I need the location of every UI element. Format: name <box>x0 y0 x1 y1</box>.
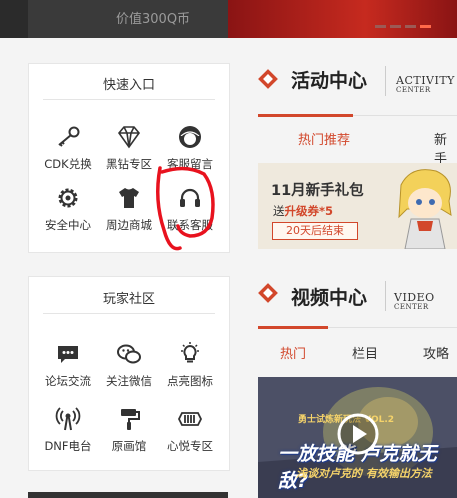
pager-dot[interactable] <box>405 25 416 28</box>
activity-active-tab-bar <box>258 114 353 117</box>
video-en-label: VIDEO CENTER <box>394 291 435 311</box>
video-diamond-icon <box>258 283 278 303</box>
key-icon <box>55 124 81 150</box>
activity-en-label: ACTIVITY CENTER <box>396 74 455 94</box>
video-thumbnail[interactable]: 勇士试炼新玩法 VOL.2 一放技能 卢克就无敌? 浅谈对卢克的 有效输出方法 <box>258 377 457 498</box>
activity-title: 活动中心 <box>291 70 368 92</box>
video-caption: 浅谈对卢克的 有效输出方法 <box>296 467 432 480</box>
headphones-icon <box>177 185 203 211</box>
art-gallery-link[interactable]: 原画馆 <box>97 406 161 464</box>
item-label: 客服留言 <box>167 157 213 171</box>
video-tab-line <box>328 327 457 328</box>
promo-countdown: 20天后结束 <box>272 222 358 240</box>
gear-icon <box>55 185 81 211</box>
top-banner[interactable]: 价值300Q币 ▲ ▇ ▇ ▇ <box>0 0 457 38</box>
paint-roller-icon <box>116 406 142 432</box>
play-icon[interactable] <box>336 412 380 456</box>
wechat-follow-link[interactable]: 关注微信 <box>97 341 161 399</box>
forum-link[interactable]: 论坛交流 <box>36 341 100 399</box>
video-active-tab-bar <box>258 326 328 329</box>
item-label: 联系客服 <box>167 218 213 232</box>
title-separator <box>385 281 386 311</box>
xinyue-vip-link[interactable]: 心悦专区 <box>158 406 222 464</box>
radio-tower-icon <box>55 406 81 432</box>
banner-pager[interactable] <box>375 25 431 28</box>
pager-dot[interactable] <box>390 25 401 28</box>
item-label: 点亮图标 <box>167 374 213 388</box>
character-illustration <box>398 169 452 249</box>
video-title: 视频中心 <box>291 287 368 309</box>
security-center-link[interactable]: 安全中心 <box>36 185 100 243</box>
divider <box>43 313 215 314</box>
promo-line: 送升级券*5 <box>273 204 334 218</box>
banner-subtitle: 价值300Q币 <box>116 12 191 27</box>
tab-newbie[interactable]: 新手 <box>434 129 457 167</box>
vip-badge-icon <box>177 406 203 432</box>
lightbulb-icon <box>177 341 203 367</box>
panel-title: 快速入口 <box>102 78 155 93</box>
divider <box>43 99 215 100</box>
service-message-link[interactable]: 客服留言 <box>158 124 222 182</box>
item-label: 心悦专区 <box>167 439 213 453</box>
merch-store-link[interactable]: 周边商城 <box>97 185 161 243</box>
pager-dot[interactable] <box>375 25 386 28</box>
community-panel: 玩家社区 论坛交流 关注微信 点亮图标 DNF电台 原画馆 心悦专区 <box>28 276 230 471</box>
newbie-gift-banner[interactable]: 11月新手礼包 送升级券*5 20天后结束 <box>258 163 457 249</box>
tab-hot-recommend[interactable]: 热门推荐 <box>298 129 350 148</box>
banner-right-slide: ▲ ▇ ▇ ▇ <box>228 0 457 38</box>
banner-left-slide: 价值300Q币 <box>28 0 228 38</box>
tab-hot-videos[interactable]: 热门 <box>280 343 306 362</box>
wechat-icon <box>116 341 142 367</box>
next-panel-edge <box>28 492 228 498</box>
panel-title: 玩家社区 <box>102 292 155 307</box>
contact-service-link[interactable]: 联系客服 <box>158 185 222 243</box>
pager-dot-active[interactable] <box>420 25 431 28</box>
black-diamond-link[interactable]: 黑钻专区 <box>97 124 161 182</box>
tshirt-icon <box>116 185 142 211</box>
diamond-icon <box>116 124 142 150</box>
promo-title: 11月新手礼包 <box>271 183 364 199</box>
light-icon-link[interactable]: 点亮图标 <box>158 341 222 399</box>
title-separator <box>385 66 386 96</box>
activity-diamond-icon <box>258 69 278 89</box>
activity-tab-line <box>353 115 457 116</box>
tab-guides[interactable]: 攻略 <box>423 343 449 362</box>
tab-columns[interactable]: 栏目 <box>352 343 378 362</box>
service-avatar-icon <box>177 124 203 150</box>
dnf-radio-link[interactable]: DNF电台 <box>36 406 100 464</box>
quick-entry-panel: 快速入口 CDK兑换 黑钻专区 客服留言 安全中心 周边商城 联系客服 <box>28 63 230 253</box>
cdk-exchange-link[interactable]: CDK兑换 <box>36 124 100 182</box>
chat-bubble-icon <box>55 341 81 367</box>
